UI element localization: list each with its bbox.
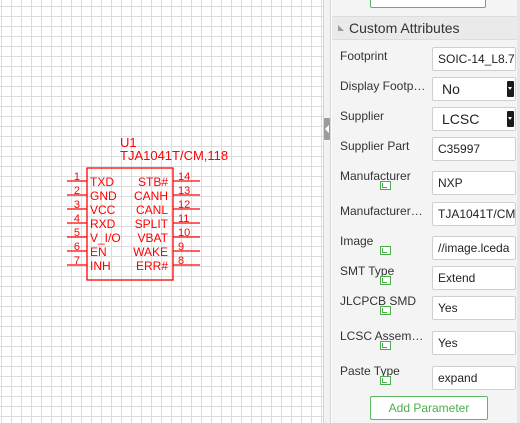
pin-name: CANH — [134, 189, 168, 203]
section-title: Custom Attributes — [349, 20, 460, 36]
custom-attributes-header[interactable]: Custom Attributes — [332, 16, 520, 40]
dropdown-arrow-icon[interactable] — [507, 81, 514, 97]
properties-panel: Custom Attributes Footprint SOIC-14_L8.7 D… — [332, 0, 520, 423]
attribute-value: Yes — [438, 336, 458, 350]
attribute-select[interactable]: No — [432, 77, 516, 101]
dropdown-arrow-icon[interactable] — [507, 111, 514, 127]
pin-number: 3 — [74, 199, 80, 211]
attribute-row: Footprint SOIC-14_L8.7 — [332, 45, 520, 75]
pin-number: 6 — [74, 241, 80, 253]
edit-link-icon[interactable] — [380, 246, 391, 255]
pin-number: 12 — [178, 199, 190, 211]
pin-number: 14 — [178, 171, 190, 183]
collapse-arrow-icon[interactable] — [338, 25, 344, 31]
pin-name: V_I/O — [90, 231, 121, 245]
attribute-value: Yes — [438, 301, 458, 315]
attribute-select[interactable]: LCSC — [432, 107, 516, 131]
attribute-input[interactable]: Yes — [432, 296, 516, 320]
pin-number: 2 — [74, 185, 80, 197]
attribute-input[interactable]: //image.lceda — [432, 236, 516, 260]
attribute-row: Image//image.lceda — [332, 230, 520, 260]
attribute-label: Footprint — [340, 49, 388, 63]
attribute-label: Display Footprint — [340, 79, 426, 93]
edit-link-icon[interactable] — [380, 181, 391, 190]
attribute-label: Manufacturer Part — [340, 204, 426, 218]
top-button[interactable] — [370, 0, 486, 8]
attribute-row: LCSC Assembly Yes — [332, 325, 520, 355]
attribute-row: SMT Type Extend — [332, 260, 520, 290]
attribute-label: Supplier Part — [340, 139, 410, 153]
edit-link-icon[interactable] — [380, 341, 391, 350]
attribute-input[interactable]: TJA1041T/CM — [432, 202, 516, 226]
attribute-row: Supplier LCSC — [332, 105, 520, 135]
edit-link-icon[interactable] — [380, 306, 391, 315]
pin-number: 1 — [74, 171, 80, 183]
attribute-value: //image.lceda — [438, 241, 510, 255]
panel-splitter[interactable] — [323, 0, 331, 423]
attribute-value: SOIC-14_L8.7 — [438, 52, 515, 66]
pin-name: VBAT — [138, 231, 169, 245]
attribute-value: NXP — [438, 176, 463, 190]
pin-name: RXD — [90, 217, 116, 231]
pin-number: 11 — [178, 213, 189, 225]
pin-name: VCC — [90, 203, 116, 217]
attribute-value: LCSC — [442, 111, 480, 127]
pin-name: TXD — [90, 175, 114, 189]
attribute-label: Supplier — [340, 109, 385, 123]
pin-number: 10 — [178, 227, 190, 239]
attribute-value: TJA1041T/CM — [438, 207, 516, 221]
schematic-symbol[interactable]: U1TJA1041T/CM,1181 TXD2 GND3 VCC4 RXD5 V_I/O6… — [0, 0, 323, 423]
schematic-canvas[interactable]: U1 TJA1041T/CM,118 1 TXD 2 GND 3 VCC 4 RXD 5 V_I/O 6… — [0, 0, 323, 423]
attribute-row: Paste Type expand — [332, 360, 520, 390]
pin-name: EN — [90, 245, 107, 259]
pin-name: ERR# — [136, 259, 168, 273]
pin-name: SPLIT — [135, 217, 169, 231]
attribute-row: Manufacturer NXP — [332, 165, 520, 195]
attribute-value: No — [442, 81, 460, 97]
attribute-input[interactable]: Yes — [432, 331, 516, 355]
edit-link-icon[interactable] — [380, 276, 391, 285]
attribute-row: JLCPCB SMD Yes — [332, 290, 520, 320]
pin-number: 7 — [74, 255, 80, 267]
attribute-row: Display Footprint No — [332, 75, 520, 105]
attribute-value: Extend — [438, 271, 476, 285]
attribute-row: Supplier Part C35997 — [332, 135, 520, 165]
component-part-name: TJA1041T/CM,118 — [120, 148, 228, 163]
attribute-value: expand — [438, 371, 478, 385]
attribute-value: C35997 — [438, 142, 481, 156]
attribute-input[interactable]: SOIC-14_L8.7 — [432, 47, 516, 71]
pin-number: 5 — [74, 227, 80, 239]
pin-name: INH — [90, 259, 111, 273]
collapse-panel-icon[interactable] — [324, 118, 330, 140]
attribute-input[interactable]: NXP — [432, 171, 516, 195]
pin-name: GND — [90, 189, 117, 203]
pin-name: STB# — [138, 175, 168, 189]
attribute-row: Manufacturer Part TJA1041T/CM — [332, 200, 520, 230]
pin-number: 13 — [178, 185, 190, 197]
pin-name: WAKE — [133, 245, 168, 259]
pin-name: CANL — [136, 203, 168, 217]
attribute-input[interactable]: Extend — [432, 266, 516, 290]
add-parameter-button[interactable]: Add Parameter — [370, 396, 488, 420]
edit-link-icon[interactable] — [380, 376, 391, 385]
attribute-input[interactable]: expand — [432, 366, 516, 390]
pin-number: 4 — [74, 213, 80, 225]
attribute-input[interactable]: C35997 — [432, 137, 516, 161]
pin-number: 9 — [178, 241, 184, 253]
pin-number: 8 — [178, 255, 184, 267]
